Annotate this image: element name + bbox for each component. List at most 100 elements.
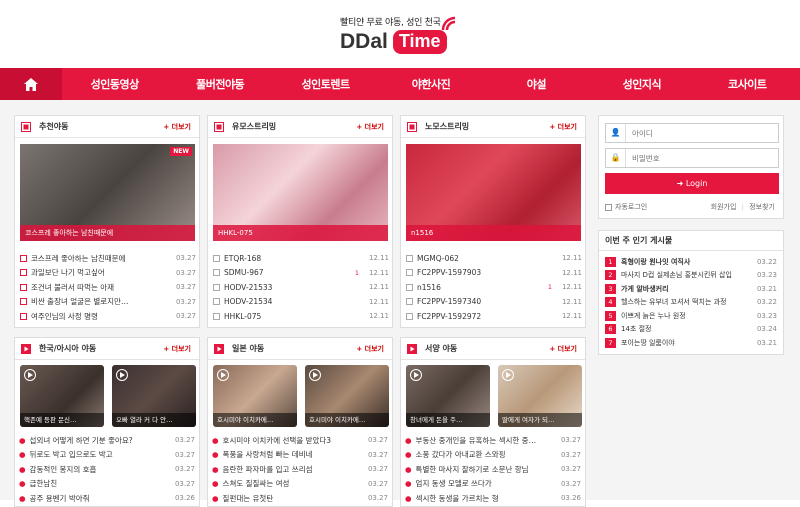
list-item[interactable]: ● 공주 용벤기 박아줘 03.26: [19, 491, 195, 506]
post-list: ● 부동산 중개인을 유혹하는 섹시한 중… 03.27 ● 소풍 갔다가 아내교환 …: [405, 433, 581, 506]
signal-wave-icon: [441, 16, 455, 31]
popular-item[interactable]: 1 흑형이랑 원나잇 여직사 03.22: [599, 255, 783, 269]
popular-item[interactable]: 5 이쁘게 늙은 누나 원정 03.23: [599, 309, 783, 323]
bullet-dot-icon: ●: [19, 450, 26, 460]
panel-header: 한국/아시아 야동 + 더보기: [15, 338, 199, 360]
list-item[interactable]: ● 음란한 파자마를 입고 쓰리섬 03.27: [212, 462, 388, 477]
username-field[interactable]: 👤: [605, 123, 779, 143]
list-item[interactable]: ● 엄지 동생 모델로 쓰다가 03.27: [405, 477, 581, 492]
list-item[interactable]: HODV-21534 12.11: [213, 295, 389, 310]
popular-item[interactable]: 6 14초 절정 03.24: [599, 323, 783, 337]
nav-item-co-site[interactable]: 코사이트: [695, 76, 800, 92]
bullet-dot-icon: ●: [405, 493, 412, 503]
list-item[interactable]: 조건녀 불러서 따먹는 아재 03.27: [20, 280, 196, 295]
list-item[interactable]: SDMU-967 1 12.11: [213, 266, 389, 281]
play-icon: [217, 369, 229, 381]
list-item[interactable]: HODV-21533 12.11: [213, 280, 389, 295]
video-thumbnail[interactable]: 딸에게 여자가 되…: [498, 365, 582, 427]
video-thumbnail[interactable]: 호시미야 이치카에…: [213, 365, 297, 427]
list-item[interactable]: FC2PPV-1592972 12.11: [406, 309, 582, 324]
list-bullet-icon: [213, 312, 220, 320]
home-button[interactable]: [0, 68, 62, 100]
panel-title: 유모스트리밍: [232, 122, 277, 131]
more-link[interactable]: + 더보기: [163, 122, 191, 132]
featured-thumbnail[interactable]: NEW 코스프레 좋아하는 남친때문에: [20, 144, 195, 241]
list-item[interactable]: ● 부동산 중개인을 유혹하는 섹시한 중… 03.27: [405, 433, 581, 448]
list-item[interactable]: ● 폭풍을 사랑처럼 빠는 데비네 03.27: [212, 448, 388, 463]
list-item[interactable]: ● 특별한 마사지 잘하기로 소문난 항님 03.27: [405, 462, 581, 477]
list-item[interactable]: 과일보단 나기 먹고싶어 03.27: [20, 266, 196, 281]
post-list: 코스프레 좋아하는 남친때문에 03.27 과일보단 나기 먹고싶어 03.27 조…: [20, 251, 196, 324]
video-thumbnail[interactable]: 호시미야 이치카에…: [305, 365, 389, 427]
more-link[interactable]: + 더보기: [163, 344, 191, 354]
nav-item-stories[interactable]: 야설: [484, 76, 589, 92]
thumbnail-caption: n1516: [406, 225, 581, 241]
post-list: ETQR-168 12.11 SDMU-967 1 12.11 HODV-21533 1…: [213, 251, 389, 324]
list-bullet-icon: [20, 283, 27, 291]
list-item[interactable]: n1516 1 12.11: [406, 280, 582, 295]
bullet-dot-icon: ●: [212, 464, 219, 474]
list-item[interactable]: MGMQ-062 12.11: [406, 251, 582, 266]
featured-thumbnail[interactable]: n1516: [406, 144, 581, 241]
play-icon: [309, 369, 321, 381]
list-item[interactable]: 비싼 출장녀 얼굴은 별로지만… 03.27: [20, 295, 196, 310]
nav-item-adult-video[interactable]: 성인동영상: [62, 76, 167, 92]
login-button[interactable]: ➜ Login: [605, 173, 779, 194]
list-item[interactable]: ● 뒤로도 박고 입으로도 박고 03.27: [19, 448, 195, 463]
site-logo[interactable]: DDal Time: [340, 16, 455, 54]
panel-uncensored-streaming: 노모스트리밍 + 더보기 n1516 MGMQ-062 12.11 FC2PPV-…: [400, 115, 586, 328]
list-item[interactable]: 여주인님의 사정 명령 03.27: [20, 309, 196, 324]
list-item[interactable]: ● 호시미야 이치카에 선택을 받았다3 03.27: [212, 433, 388, 448]
popular-item[interactable]: 2 마사지 D컵 실제손님 홍분시킨뒤 삽입 03.23: [599, 269, 783, 283]
popular-title: 이번 주 인기 게시물: [599, 231, 783, 251]
find-info-link[interactable]: 정보찾기: [749, 203, 775, 211]
more-link[interactable]: + 더보기: [549, 122, 577, 132]
more-link[interactable]: + 더보기: [356, 122, 384, 132]
list-item[interactable]: FC2PPV-1597340 12.11: [406, 295, 582, 310]
list-item[interactable]: ● 섭외녀 어떻게 하면 기분 좋아요? 03.27: [19, 433, 195, 448]
list-item[interactable]: ● 스쳐도 질질싸는 여성 03.27: [212, 477, 388, 492]
video-thumbnail[interactable]: 오빠 열라 커 다 안…: [112, 365, 196, 427]
more-link[interactable]: + 더보기: [356, 344, 384, 354]
list-bullet-icon: [406, 269, 413, 277]
popular-item[interactable]: 4 헬스하는 유부녀 꼬셔서 떡치는 과정 03.22: [599, 296, 783, 310]
nav-item-knowledge[interactable]: 성인지식: [589, 76, 694, 92]
panel-header: 노모스트리밍 + 더보기: [401, 116, 585, 138]
list-bullet-icon: [406, 283, 413, 291]
panel-title: 서양 야동: [425, 344, 458, 353]
password-input[interactable]: [626, 153, 778, 163]
popular-item[interactable]: 7 포이는땅 일룸이야 03.21: [599, 336, 783, 350]
username-input[interactable]: [626, 128, 778, 138]
bullet-dot-icon: ●: [212, 479, 219, 489]
panel-title: 일본 야동: [232, 344, 265, 353]
play-icon: [410, 369, 422, 381]
video-thumbnail[interactable]: 핵존예 등판 문신…: [20, 365, 104, 427]
nav-item-full-version[interactable]: 풀버전야동: [167, 76, 272, 92]
list-item[interactable]: ● 소풍 갔다가 아내교환 스와핑 03.27: [405, 448, 581, 463]
password-field[interactable]: 🔒: [605, 148, 779, 168]
nav-item-photos[interactable]: 야한사진: [378, 76, 483, 92]
video-thumbnail[interactable]: 창녀에게 돈을 주…: [406, 365, 490, 427]
nav-item-torrent[interactable]: 성인토렌트: [273, 76, 378, 92]
list-bullet-icon: [20, 312, 27, 320]
list-item[interactable]: ● 급한남친 03.27: [19, 477, 195, 492]
more-link[interactable]: + 더보기: [549, 344, 577, 354]
panel-title: 노모스트리밍: [425, 122, 470, 131]
auto-login-checkbox[interactable]: 자동로그인: [605, 202, 647, 212]
bullet-dot-icon: ●: [405, 464, 412, 474]
popular-item[interactable]: 3 가게 알바생커리 03.21: [599, 282, 783, 296]
play-icon: [116, 369, 128, 381]
new-badge: NEW: [170, 147, 192, 156]
featured-thumbnail[interactable]: HHKL-075: [213, 144, 388, 241]
list-item[interactable]: 코스프레 좋아하는 남친때문에 03.27: [20, 251, 196, 266]
list-item[interactable]: ETQR-168 12.11: [213, 251, 389, 266]
list-bullet-icon: [20, 254, 27, 262]
join-link[interactable]: 회원가입: [711, 203, 737, 211]
list-item[interactable]: ● 섹시한 동생을 가르치는 형 03.26: [405, 491, 581, 506]
list-item[interactable]: FC2PPV-1597903 12.11: [406, 266, 582, 281]
list-item[interactable]: ● 질펀대는 유첫탄 03.27: [212, 491, 388, 506]
list-item[interactable]: ● 감동적인 봉지의 호흡 03.27: [19, 462, 195, 477]
list-item[interactable]: HHKL-075 12.11: [213, 309, 389, 324]
list-bullet-icon: [20, 298, 27, 306]
list-bullet-icon: [20, 269, 27, 277]
